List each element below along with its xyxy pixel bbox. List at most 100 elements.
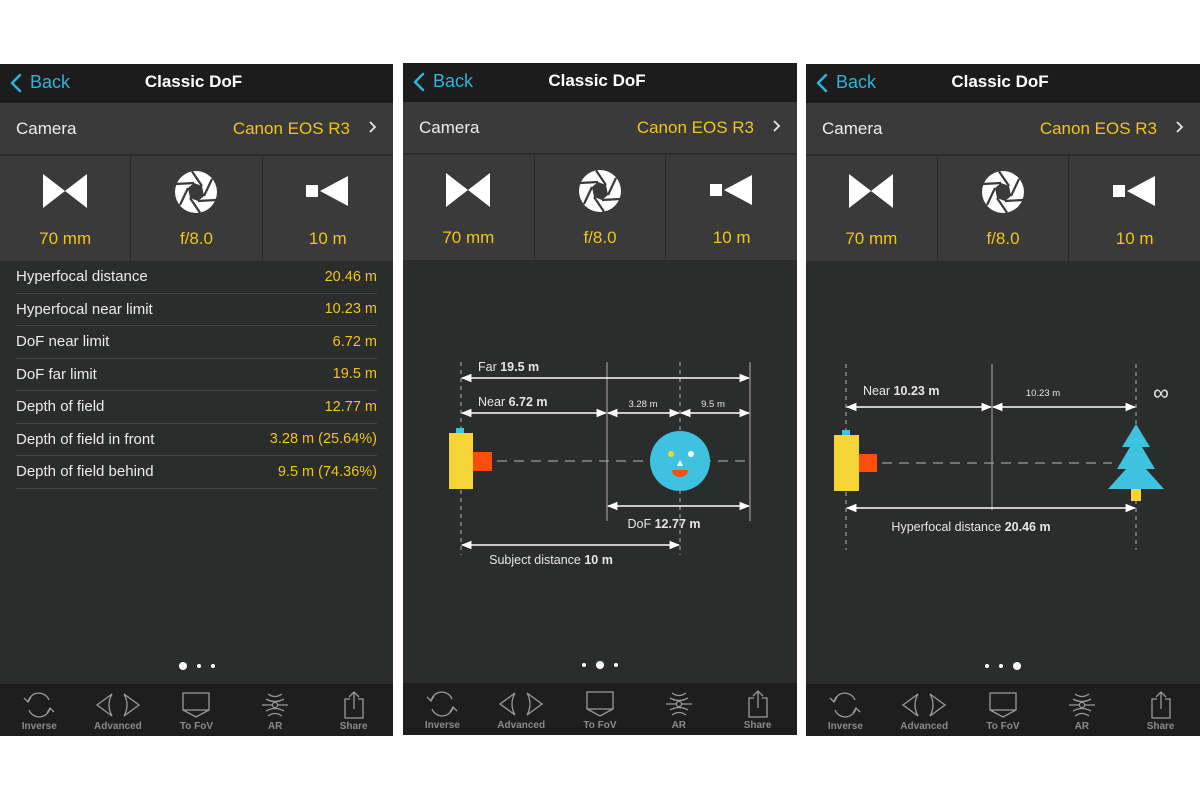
subject-distance-button[interactable]: 10 m: [263, 156, 393, 261]
camera-body: [834, 435, 859, 491]
svg-text:Near 6.72 m: Near 6.72 m: [478, 395, 548, 409]
tab-to-fov[interactable]: To FoV: [157, 684, 236, 736]
page-indicator[interactable]: [0, 662, 393, 670]
to-fov-icon: [586, 691, 614, 717]
beyond-value: 10.23 m: [1026, 388, 1060, 399]
result-value: 20.46 m: [324, 268, 377, 285]
tab-share[interactable]: Share: [314, 684, 393, 736]
aperture-icon: [175, 170, 218, 214]
result-row: DoF far limit 19.5 m: [16, 359, 377, 391]
tab-ar[interactable]: AR: [639, 683, 718, 735]
result-value: 12.77 m: [324, 398, 377, 415]
tab-advanced-label: Advanced: [900, 721, 949, 732]
result-row: Hyperfocal near limit 10.23 m: [16, 294, 377, 326]
tab-share-label: Share: [743, 720, 772, 731]
page-dot-3[interactable]: [210, 664, 215, 668]
page-dot-2[interactable]: [596, 661, 604, 669]
result-value: 9.5 m (74.36%): [277, 463, 377, 480]
near-label: Near: [863, 384, 890, 398]
camera-body: [449, 433, 473, 489]
near-value: 6.72 m: [509, 395, 548, 409]
subject-value: 10 m: [584, 553, 613, 567]
camera-label: Camera: [16, 119, 77, 138]
ar-icon: [665, 692, 692, 716]
chevron-right-icon: [369, 121, 377, 133]
tab-advanced[interactable]: Advanced: [885, 684, 964, 736]
tab-bar: Inverse Advanced To FoV AR Share: [806, 684, 1200, 736]
to-fov-icon: [989, 692, 1017, 718]
front-value: 3.28 m: [628, 399, 657, 410]
inverse-icon: [829, 692, 861, 718]
tab-share-label: Share: [339, 721, 368, 732]
tab-ar-label: AR: [267, 721, 283, 732]
result-label: Depth of field: [16, 398, 105, 416]
ar-icon: [1068, 693, 1095, 717]
result-label: Depth of field in front: [16, 430, 155, 448]
nav-bar: Back Classic DoF: [0, 64, 393, 103]
focal-length-value: 70 mm: [39, 229, 92, 248]
result-value: 10.23 m: [324, 301, 377, 318]
svg-text:Far 19.5 m: Far 19.5 m: [478, 360, 539, 374]
hyperfocal-label: Hyperfocal distance: [891, 520, 1001, 534]
screen-results-list: Back Classic DoF Camera Canon EOS R3 70 …: [0, 64, 393, 736]
tab-bar: Inverse Advanced To FoV AR Share: [0, 684, 393, 736]
svg-text:DoF 12.77 m: DoF 12.77 m: [628, 517, 701, 531]
page-indicator[interactable]: [806, 662, 1200, 670]
tree-icon: [1108, 424, 1164, 501]
tab-advanced-label: Advanced: [497, 720, 546, 731]
result-value: 6.72 m: [332, 333, 377, 350]
result-row: Depth of field in front 3.28 m (25.64%): [16, 424, 377, 456]
page-dot-1[interactable]: [582, 663, 586, 667]
near-label: Near: [478, 395, 505, 409]
tab-advanced[interactable]: Advanced: [79, 684, 158, 736]
svg-text:Near 10.23 m: Near 10.23 m: [863, 384, 939, 398]
tab-share[interactable]: Share: [718, 683, 797, 735]
tab-advanced[interactable]: Advanced: [482, 683, 561, 735]
tab-inverse-label: Inverse: [424, 720, 460, 731]
aperture-button[interactable]: f/8.0: [131, 156, 263, 261]
page-dot-2[interactable]: [196, 664, 201, 668]
result-label: DoF near limit: [16, 333, 110, 351]
tab-share[interactable]: Share: [1121, 684, 1200, 736]
svg-text:Subject distance 10 m: Subject distance 10 m: [489, 553, 613, 567]
behind-value: 9.5 m: [701, 399, 725, 410]
page-dot-1[interactable]: [985, 664, 989, 668]
result-label: Hyperfocal distance: [16, 268, 148, 286]
page-dot-3[interactable]: [1013, 662, 1021, 670]
focal-length-button[interactable]: 70 mm: [0, 156, 132, 261]
tab-inverse[interactable]: Inverse: [0, 684, 79, 736]
result-value: 3.28 m (25.64%): [269, 431, 377, 448]
result-value: 19.5 m: [332, 366, 377, 383]
share-icon: [747, 690, 768, 718]
tab-to-fov-label: To FoV: [583, 720, 617, 731]
camera-selector[interactable]: Camera Canon EOS R3: [0, 103, 393, 155]
tab-inverse[interactable]: Inverse: [806, 684, 885, 736]
subject-label: Subject distance: [489, 553, 581, 567]
result-row: Depth of field behind 9.5 m (74.36%): [16, 456, 377, 489]
dof-label: DoF: [628, 517, 652, 531]
tab-to-fov[interactable]: To FoV: [964, 684, 1043, 736]
advanced-icon: [95, 693, 140, 717]
page-dot-2[interactable]: [999, 664, 1003, 668]
page-title-text: Classic DoF: [144, 72, 243, 91]
tab-inverse[interactable]: Inverse: [403, 683, 482, 735]
aperture-value: f/8.0: [179, 229, 214, 248]
far-label: Far: [478, 360, 497, 374]
result-label: Depth of field behind: [16, 463, 154, 481]
result-row: Depth of field 12.77 m: [16, 391, 377, 424]
page-dot-1[interactable]: [178, 662, 187, 670]
tab-ar-label: AR: [1074, 721, 1090, 732]
tab-to-fov[interactable]: To FoV: [561, 683, 640, 735]
page-dot-3[interactable]: [614, 663, 618, 667]
tab-ar[interactable]: AR: [236, 684, 315, 736]
tab-inverse-label: Inverse: [21, 721, 57, 732]
tab-ar[interactable]: AR: [1042, 684, 1121, 736]
tab-to-fov-label: To FoV: [179, 721, 214, 732]
infinity-icon: ∞: [1153, 380, 1169, 405]
dof-diagram: Far 19.5 m Near 6.72 m 3.28 m 9.5 m DoF …: [449, 360, 751, 567]
camera-viewfinder: [842, 430, 850, 435]
tab-share-label: Share: [1146, 721, 1175, 732]
tab-ar-label: AR: [671, 720, 687, 731]
page-title: Classic DoF: [0, 72, 393, 92]
page-indicator[interactable]: [403, 661, 797, 669]
